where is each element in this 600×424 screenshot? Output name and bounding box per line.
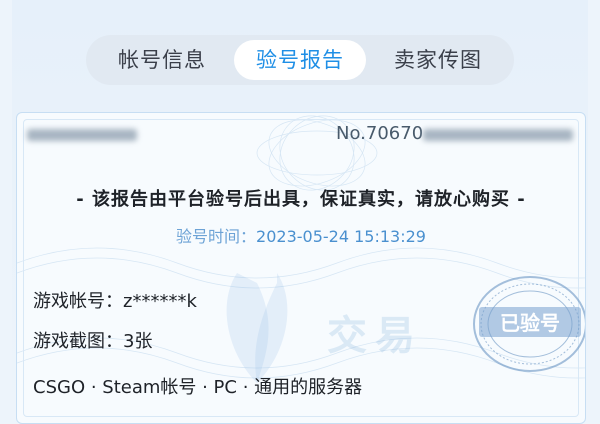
report-headline: - 该报告由平台验号后出具，保证真实，请放心购买 -	[76, 189, 526, 210]
screenshot-count-row: 游戏截图：3张	[33, 331, 153, 352]
tab-account-info[interactable]: 帐号信息	[96, 40, 228, 80]
seal-text: 已验号	[500, 311, 560, 335]
report-card: No.70670 - 该报告由平台验号后出具，保证真实，请放心购买 - 验号时间…	[16, 112, 586, 424]
inspection-time-value: 2023-05-24 15:13:29	[256, 227, 426, 246]
tab-inspection-report[interactable]: 验号报告	[234, 40, 366, 80]
report-number: No.70670	[336, 123, 424, 144]
game-tags-row: CSGO · Steam帐号 · PC · 通用的服务器	[33, 377, 363, 398]
account-id-row: 游戏帐号：z******k	[33, 291, 197, 312]
verified-seal-icon: 已验号	[473, 276, 585, 372]
inspection-time: 验号时间：2023-05-24 15:13:29	[17, 223, 585, 247]
tab-bar: 帐号信息 验号报告 卖家传图	[86, 35, 514, 85]
tab-seller-images[interactable]: 卖家传图	[372, 40, 504, 80]
inspection-time-label: 验号时间：	[176, 227, 257, 246]
redacted-number	[423, 129, 573, 141]
redacted-text	[27, 129, 137, 141]
